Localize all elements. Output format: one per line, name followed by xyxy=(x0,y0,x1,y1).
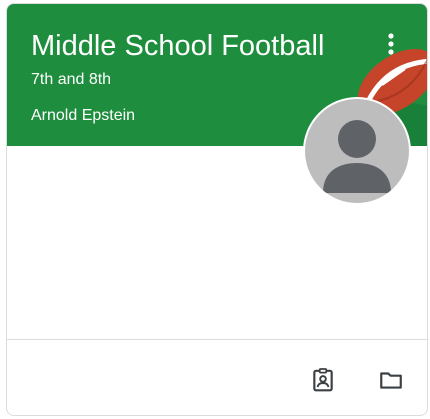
class-title-link[interactable]: Middle School Football xyxy=(31,28,324,64)
teacher-name: Arnold Epstein xyxy=(31,107,136,124)
card-divider xyxy=(7,339,427,340)
teacher-avatar xyxy=(303,97,411,205)
class-section: 7th and 8th xyxy=(31,71,112,88)
class-card[interactable]: Middle School Football 7th and 8th Arnol… xyxy=(6,3,428,416)
folder-icon xyxy=(380,372,402,389)
more-options-button[interactable] xyxy=(377,28,405,60)
open-work-button[interactable] xyxy=(305,362,341,398)
more-vert-icon xyxy=(388,33,394,55)
open-folder-button[interactable] xyxy=(373,362,409,398)
assignment-ind-icon xyxy=(313,368,333,392)
person-avatar-icon xyxy=(323,120,391,193)
